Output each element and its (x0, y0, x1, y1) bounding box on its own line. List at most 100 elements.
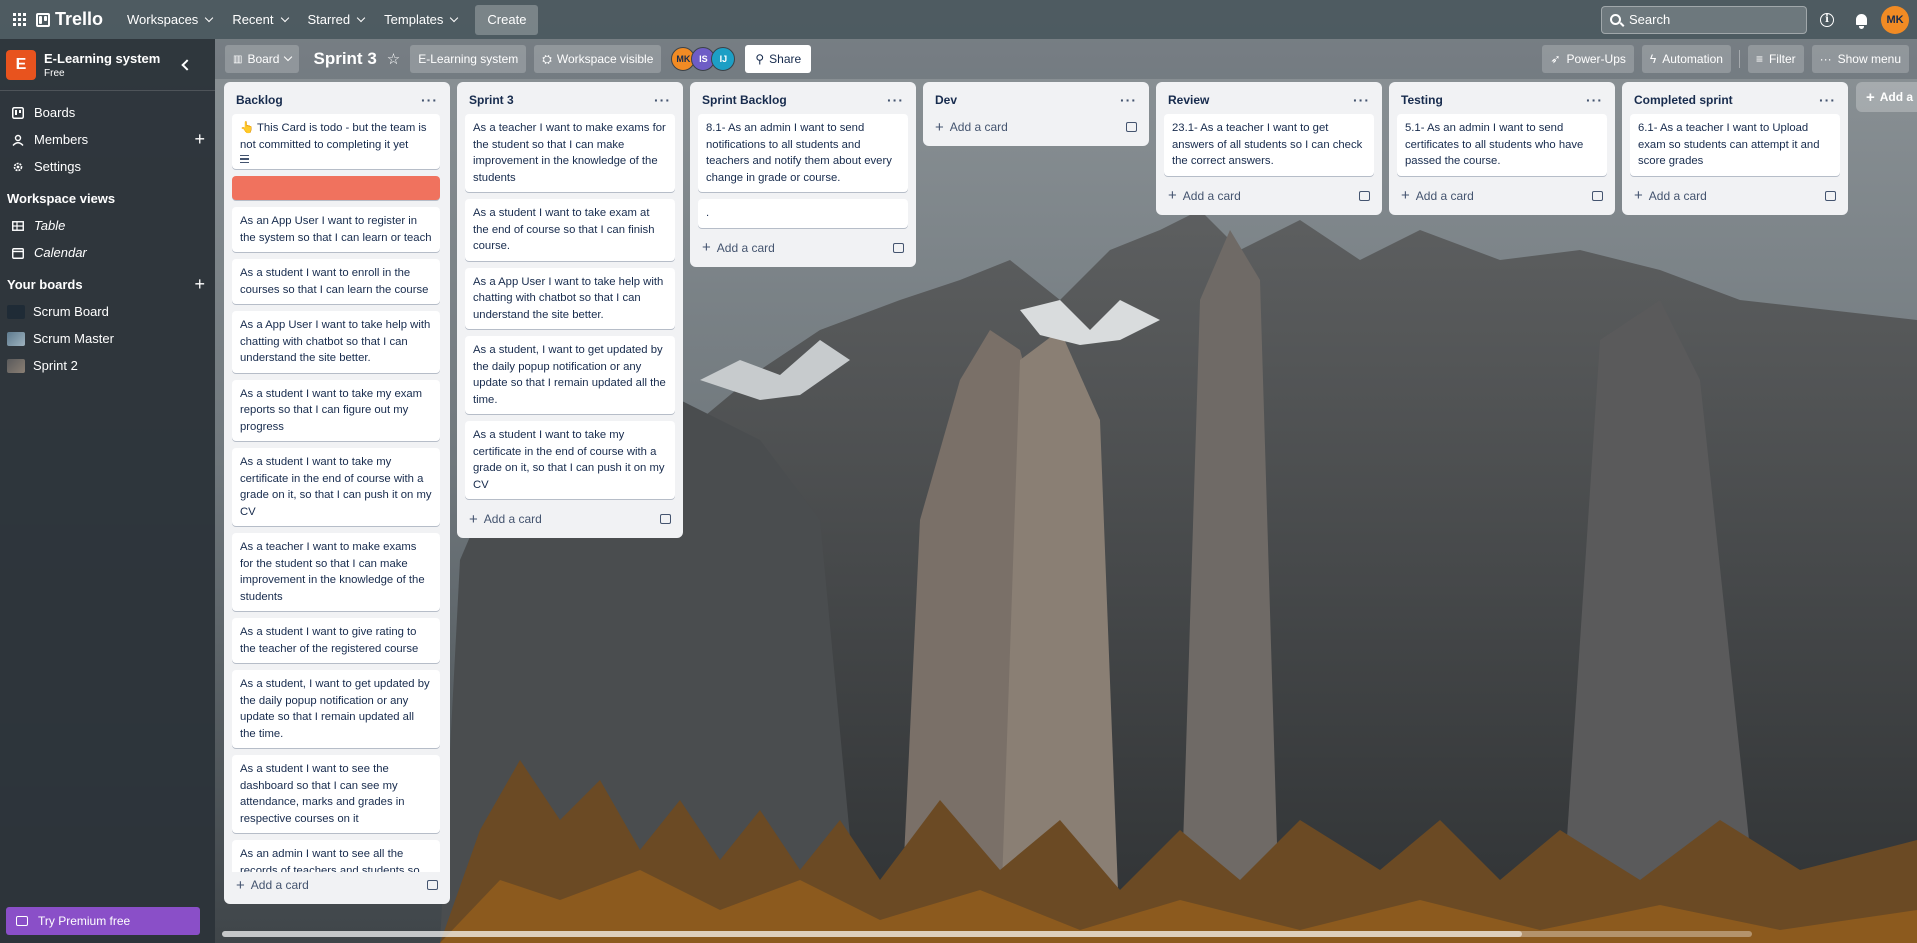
list-header[interactable]: Completed sprint ··· (1630, 86, 1840, 114)
card[interactable]: As a student I want to take my exam repo… (232, 379, 440, 441)
card[interactable]: As a teacher I want to make exams for th… (465, 114, 675, 192)
board-title[interactable]: Sprint 3 (313, 49, 376, 69)
add-list-button[interactable]: + Add a (1856, 82, 1917, 112)
add-card-button[interactable]: + Add a card (1397, 183, 1607, 209)
card[interactable]: As a student, I want to get updated by t… (232, 670, 440, 748)
share-button[interactable]: ⚲ Share (745, 45, 812, 73)
try-premium-button[interactable]: Try Premium free (6, 907, 200, 935)
list-header[interactable]: Backlog ··· (232, 86, 442, 114)
add-card-button[interactable]: + Add a card (931, 114, 1141, 140)
add-card-button[interactable]: + Add a card (232, 872, 442, 898)
list-title[interactable]: Review (1168, 93, 1209, 107)
visibility-button[interactable]: ⛭ Workspace visible (534, 45, 662, 73)
create-from-template-icon[interactable] (893, 242, 904, 253)
card[interactable]: As a student I want to see the dashboard… (232, 755, 440, 833)
your-boards-heading: Your boards + (0, 270, 215, 298)
list-title[interactable]: Dev (935, 93, 957, 107)
list-header[interactable]: Dev ··· (931, 86, 1141, 114)
user-avatar[interactable]: MK (1881, 5, 1909, 34)
list-header[interactable]: Sprint 3 ··· (465, 86, 675, 114)
card[interactable]: As a App User I want to take help with c… (232, 311, 440, 373)
information-button[interactable]: i (1813, 6, 1841, 34)
create-from-template-icon[interactable] (1592, 190, 1603, 201)
list-title[interactable]: Completed sprint (1634, 93, 1733, 107)
trello-logo[interactable]: Trello (36, 9, 103, 30)
card[interactable]: As a student I want to enroll in the cou… (232, 259, 440, 304)
app-switcher-icon[interactable] (8, 9, 30, 31)
list-header[interactable]: Review ··· (1164, 86, 1374, 114)
sidebar-board-scrum-master[interactable]: Scrum Master (0, 325, 215, 352)
card[interactable]: As a student, I want to get updated by t… (465, 336, 675, 414)
power-ups-button[interactable]: ➶ Power-Ups (1542, 45, 1634, 73)
card[interactable]: 8.1- As an admin I want to send notifica… (698, 114, 908, 192)
create-from-template-icon[interactable] (427, 880, 438, 890)
sidebar-item-members[interactable]: Members + (0, 126, 215, 153)
sidebar-item-calendar[interactable]: Calendar (0, 239, 215, 266)
list-actions-icon[interactable]: ··· (887, 92, 904, 108)
card[interactable]: As an admin I want to see all the record… (232, 840, 440, 872)
card[interactable]: As an App User I want to register in the… (232, 207, 440, 252)
list-header[interactable]: Sprint Backlog ··· (698, 86, 908, 114)
list-title[interactable]: Sprint 3 (469, 93, 514, 107)
board-horizontal-scrollbar[interactable] (222, 931, 1752, 937)
list-actions-icon[interactable]: ··· (654, 92, 671, 108)
list-header[interactable]: Testing ··· (1397, 86, 1607, 114)
create-button[interactable]: Create (475, 4, 539, 35)
menu-workspaces[interactable]: Workspaces (117, 4, 222, 36)
sidebar-item-label: Scrum Master (33, 331, 114, 346)
create-from-template-icon[interactable] (660, 514, 671, 524)
menu-templates[interactable]: Templates (374, 4, 467, 36)
sidebar-board-sprint-2[interactable]: Sprint 2 (0, 352, 215, 379)
sidebar-item-settings[interactable]: Settings (0, 153, 215, 180)
create-from-template-icon[interactable] (1126, 122, 1137, 132)
show-menu-button[interactable]: ··· Show menu (1811, 45, 1909, 73)
card-cover[interactable] (232, 176, 440, 200)
add-card-button[interactable]: + Add a card (698, 235, 908, 261)
card[interactable]: 23.1- As a teacher I want to get answers… (1164, 114, 1374, 176)
workspace-name[interactable]: E-Learning system (44, 51, 160, 66)
card[interactable]: As a App User I want to take help with c… (465, 267, 675, 329)
menu-starred[interactable]: Starred (298, 4, 375, 36)
list-title[interactable]: Testing (1401, 93, 1443, 107)
workspace-sidebar: E E-Learning system Free Boards Members … (0, 39, 215, 943)
sidebar-item-boards[interactable]: Boards (0, 99, 215, 126)
list-title[interactable]: Sprint Backlog (702, 93, 787, 107)
add-card-button[interactable]: + Add a card (1164, 183, 1374, 209)
card[interactable]: As a student I want to take my certifica… (465, 421, 675, 499)
card[interactable]: 6.1- As a teacher I want to Upload exam … (1630, 114, 1840, 176)
card[interactable]: 5.1- As an admin I want to send certific… (1397, 114, 1607, 176)
list-actions-icon[interactable]: ··· (1586, 92, 1603, 108)
board-view-switcher[interactable]: ▥ Board (225, 45, 300, 73)
card[interactable]: As a student I want to take my certifica… (232, 448, 440, 526)
add-member-icon[interactable]: + (194, 129, 205, 150)
chevron-down-icon (450, 13, 459, 22)
card[interactable]: As a student I want to take exam at the … (465, 199, 675, 261)
search-input[interactable]: Search (1601, 5, 1807, 34)
workspace-button[interactable]: E-Learning system (410, 45, 527, 73)
plus-icon: + (702, 239, 711, 256)
create-from-template-icon[interactable] (1825, 190, 1836, 201)
list-actions-icon[interactable]: ··· (421, 92, 438, 108)
menu-recent[interactable]: Recent (222, 4, 297, 36)
star-board-icon[interactable]: ☆ (387, 50, 400, 68)
filter-button[interactable]: ≡ Filter (1747, 45, 1804, 73)
card[interactable]: As a teacher I want to make exams for th… (232, 533, 440, 611)
add-card-button[interactable]: + Add a card (465, 506, 675, 532)
list-actions-icon[interactable]: ··· (1819, 92, 1836, 108)
card[interactable]: . (698, 199, 908, 228)
list-actions-icon[interactable]: ··· (1353, 92, 1370, 108)
card[interactable]: As a student I want to give rating to th… (232, 618, 440, 663)
card[interactable]: 👆 This Card is todo - but the team is no… (232, 114, 440, 169)
create-from-template-icon[interactable] (1359, 190, 1370, 201)
sidebar-item-table[interactable]: Table (0, 212, 215, 239)
list-actions-icon[interactable]: ··· (1120, 92, 1137, 108)
automation-button[interactable]: ϟ Automation (1641, 45, 1731, 73)
premium-label: Try Premium free (38, 914, 131, 928)
sidebar-board-scrum-board[interactable]: Scrum Board (0, 298, 215, 325)
notifications-button[interactable] (1847, 6, 1875, 34)
add-card-button[interactable]: + Add a card (1630, 183, 1840, 209)
add-board-icon[interactable]: + (194, 274, 205, 295)
list-title[interactable]: Backlog (236, 93, 283, 107)
collapse-sidebar-icon[interactable] (181, 58, 193, 71)
member-avatar[interactable]: IJ (711, 47, 736, 71)
